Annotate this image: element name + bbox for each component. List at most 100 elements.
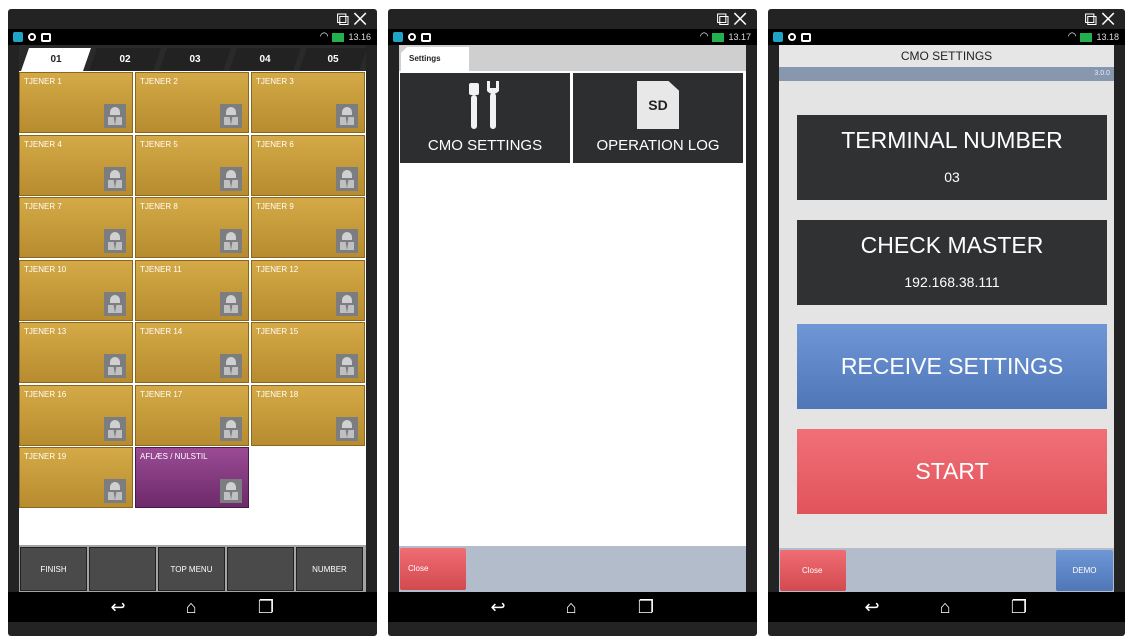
waiter-tile[interactable]: TJENER 19: [19, 447, 133, 508]
top-menu-button[interactable]: TOP MENU: [158, 547, 225, 591]
close-window-icon[interactable]: ✕: [353, 9, 371, 29]
demo-button[interactable]: DEMO: [1056, 550, 1113, 591]
status-time: 13.16: [348, 32, 371, 42]
check-master-value: 192.168.38.111: [904, 274, 1000, 290]
tab-01[interactable]: 01: [21, 48, 91, 71]
waiter-tile[interactable]: TJENER 4: [19, 135, 133, 196]
back-icon[interactable]: ↩: [483, 596, 513, 618]
waiter-tile[interactable]: TJENER 1: [19, 72, 133, 133]
sync-icon: [28, 33, 36, 41]
popout-icon[interactable]: ⧉: [716, 9, 733, 29]
settings-body: TERMINAL NUMBER 03 CHECK MASTER 192.168.…: [779, 81, 1114, 548]
waiter-avatar-icon: [104, 104, 126, 128]
waiter-tile[interactable]: TJENER 12: [251, 260, 365, 321]
phone-screen-settings-menu: ⧉✕ ◠ 13.17 Settings CMO SETTINGS SD OPERA…: [388, 9, 757, 636]
wifi-icon: ◠: [1067, 31, 1077, 42]
back-icon[interactable]: ↩: [103, 596, 133, 618]
waiter-tile-label: TJENER 4: [24, 140, 62, 149]
waiter-tile[interactable]: TJENER 8: [135, 197, 249, 258]
close-button[interactable]: Close: [400, 548, 466, 590]
status-bar: ◠ 13.18: [768, 29, 1125, 45]
status-time: 13.18: [1096, 32, 1119, 42]
waiter-tile-label: AFLÆS / NULSTIL: [140, 452, 208, 461]
app-notification-icon: [773, 32, 783, 42]
back-icon[interactable]: ↩: [857, 596, 887, 618]
app-screen: CMO SETTINGS 3.0.0 TERMINAL NUMBER 03 CH…: [779, 45, 1114, 594]
waiter-tile[interactable]: TJENER 16: [19, 385, 133, 446]
waiter-tile[interactable]: TJENER 18: [251, 385, 365, 446]
recents-icon[interactable]: ❐: [631, 596, 661, 618]
android-nav-bar: ↩ ⌂ ❐: [8, 592, 377, 622]
waiter-tile-label: TJENER 3: [256, 77, 294, 86]
battery-icon: [332, 32, 345, 42]
bottom-toolbar: Close: [399, 546, 746, 594]
number-button[interactable]: NUMBER: [296, 547, 363, 591]
finish-button[interactable]: FINISH: [20, 547, 87, 591]
waiter-tile[interactable]: TJENER 9: [251, 197, 365, 258]
terminal-number-panel[interactable]: TERMINAL NUMBER 03: [797, 115, 1107, 200]
phone-screen-cmo-settings: ⧉✕ ◠ 13.18 CMO SETTINGS 3.0.0 TERMINAL NU…: [768, 9, 1125, 636]
waiter-tile[interactable]: TJENER 7: [19, 197, 133, 258]
home-icon[interactable]: ⌂: [176, 596, 206, 618]
status-time: 13.17: [728, 32, 751, 42]
waiter-tile[interactable]: TJENER 15: [251, 322, 365, 383]
close-button[interactable]: Close: [780, 550, 846, 591]
popout-icon[interactable]: ⧉: [336, 9, 353, 29]
waiter-tile[interactable]: TJENER 2: [135, 72, 249, 133]
waiter-avatar-icon: [104, 479, 126, 503]
home-icon[interactable]: ⌂: [930, 596, 960, 618]
waiter-tile[interactable]: AFLÆS / NULSTIL: [135, 447, 249, 508]
wifi-icon: ◠: [319, 31, 329, 42]
waiter-tile[interactable]: TJENER 3: [251, 72, 365, 133]
battery-icon: [712, 32, 725, 42]
tools-icon: [469, 81, 499, 129]
cmo-settings-button[interactable]: CMO SETTINGS: [400, 73, 570, 163]
app-notification-icon: [13, 32, 23, 42]
tab-02[interactable]: 02: [89, 48, 161, 71]
waiter-tile[interactable]: TJENER 10: [19, 260, 133, 321]
tab-05[interactable]: 05: [299, 48, 367, 71]
waiter-avatar-icon: [104, 229, 126, 253]
home-icon[interactable]: ⌂: [556, 596, 586, 618]
empty-button-2[interactable]: [227, 547, 294, 591]
check-master-panel[interactable]: CHECK MASTER 192.168.38.111: [797, 220, 1107, 305]
bottom-toolbar: Close DEMO: [779, 548, 1114, 594]
waiter-tile[interactable]: TJENER 6: [251, 135, 365, 196]
waiter-tile[interactable]: TJENER 13: [19, 322, 133, 383]
close-window-icon[interactable]: ✕: [1101, 9, 1119, 29]
waiter-tile-label: TJENER 5: [140, 140, 178, 149]
waiter-tile-label: TJENER 15: [256, 327, 299, 336]
status-bar: ◠ 13.17: [388, 29, 757, 45]
empty-button-1[interactable]: [89, 547, 156, 591]
waiter-avatar-icon: [220, 104, 242, 128]
receive-settings-button[interactable]: RECEIVE SETTINGS: [797, 324, 1107, 409]
operation-log-button[interactable]: SD OPERATION LOG: [573, 73, 743, 163]
waiter-avatar-icon: [220, 417, 242, 441]
tab-04[interactable]: 04: [229, 48, 301, 71]
start-label: START: [915, 458, 989, 484]
waiter-avatar-icon: [220, 167, 242, 191]
screen-icon: [421, 32, 431, 42]
waiter-tile-label: TJENER 16: [24, 390, 67, 399]
tab-strip: Settings: [399, 45, 746, 71]
close-window-icon[interactable]: ✕: [733, 9, 751, 29]
app-notification-icon: [393, 32, 403, 42]
recents-icon[interactable]: ❐: [1004, 596, 1034, 618]
recents-icon[interactable]: ❐: [251, 596, 281, 618]
waiter-tile[interactable]: TJENER 5: [135, 135, 249, 196]
waiter-tile-label: TJENER 12: [256, 265, 299, 274]
waiter-tile-label: TJENER 14: [140, 327, 183, 336]
start-button[interactable]: START: [797, 429, 1107, 514]
waiter-tile[interactable]: TJENER 11: [135, 260, 249, 321]
android-nav-bar: ↩ ⌂ ❐: [768, 592, 1125, 622]
version-label: 3.0.0: [1094, 70, 1110, 77]
tab-settings[interactable]: Settings: [401, 47, 469, 71]
waiter-tile-label: TJENER 2: [140, 77, 178, 86]
waiter-tile[interactable]: TJENER 14: [135, 322, 249, 383]
waiter-tile-label: TJENER 1: [24, 77, 62, 86]
tab-03[interactable]: 03: [159, 48, 231, 71]
android-nav-bar: ↩ ⌂ ❐: [388, 592, 757, 622]
version-bar: 3.0.0: [779, 67, 1114, 81]
popout-icon[interactable]: ⧉: [1084, 9, 1101, 29]
waiter-tile[interactable]: TJENER 17: [135, 385, 249, 446]
